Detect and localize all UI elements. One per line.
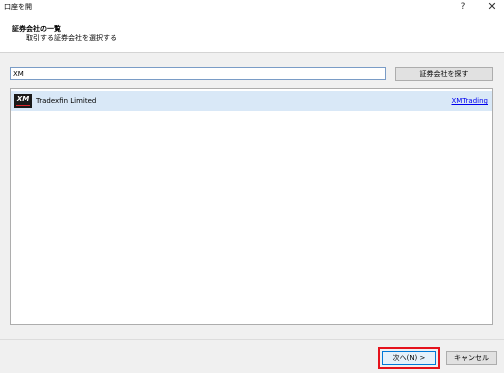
next-button[interactable]: 次へ(N) > — [382, 351, 436, 365]
list-item[interactable]: XM Tradexfin Limited XMTrading — [11, 91, 492, 111]
close-button[interactable]: ✕ — [483, 0, 501, 14]
broker-link[interactable]: XMTrading — [451, 97, 488, 105]
page-subtitle: 取引する証券会社を選択する — [26, 34, 117, 42]
window-title: 口座を開 — [4, 3, 32, 11]
open-account-dialog: 口座を開 ? ✕ 証券会社の一覧 取引する証券会社を選択する XM 証券会社を探… — [0, 0, 504, 373]
search-broker-button[interactable]: 証券会社を探す — [395, 67, 493, 81]
title-bar: 口座を開 ? ✕ — [0, 0, 504, 14]
broker-name: Tradexfin Limited — [36, 97, 97, 105]
help-button[interactable]: ? — [455, 0, 471, 14]
search-input[interactable]: XM — [10, 67, 386, 80]
xm-logo-icon: XM — [14, 94, 32, 108]
dialog-header: 証券会社の一覧 取引する証券会社を選択する — [0, 14, 504, 52]
cancel-button[interactable]: キャンセル — [446, 351, 497, 365]
broker-list[interactable]: XM Tradexfin Limited XMTrading — [10, 88, 493, 325]
